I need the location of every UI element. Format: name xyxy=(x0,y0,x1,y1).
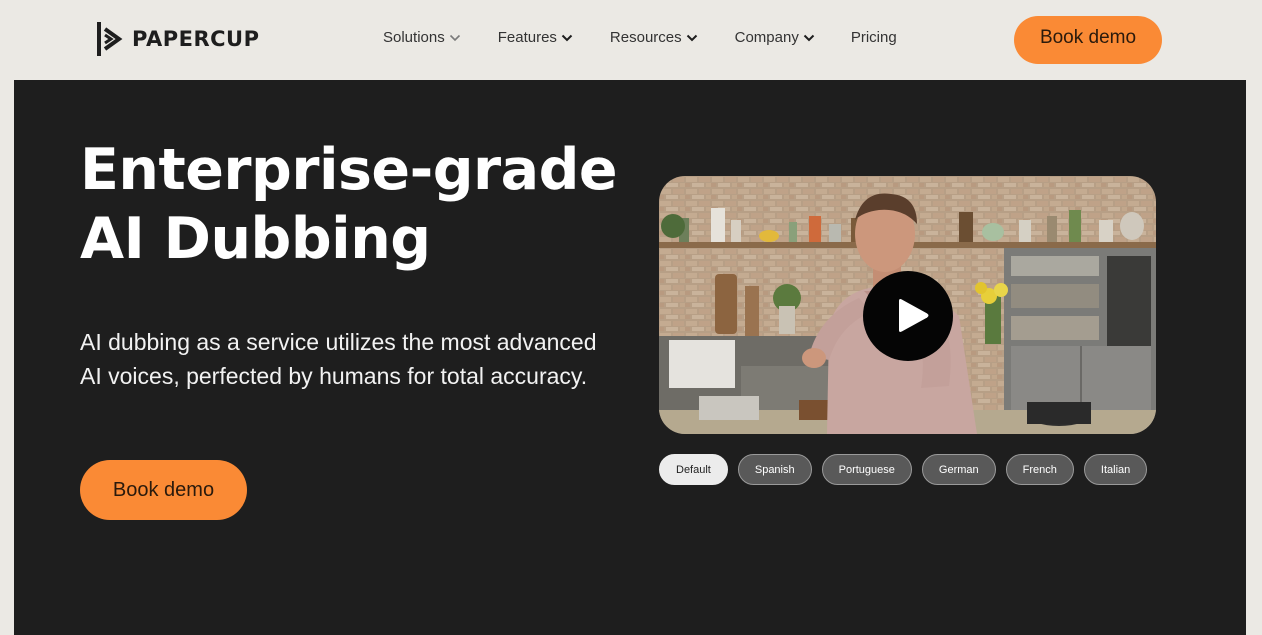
brand-logo[interactable]: PAPERCUP xyxy=(97,22,259,56)
chevron-down-icon xyxy=(449,34,460,41)
language-pill-spanish[interactable]: Spanish xyxy=(737,454,812,485)
hero-title-line: AI Dubbing xyxy=(80,206,431,272)
hero-section: Enterprise-grade AI Dubbing AI dubbing a… xyxy=(14,80,1246,635)
language-pill-italian[interactable]: Italian xyxy=(1083,454,1148,485)
language-pill-default[interactable]: Default xyxy=(659,454,728,485)
play-icon xyxy=(899,299,929,332)
nav-item-features[interactable]: Features xyxy=(498,29,573,46)
chevron-down-icon xyxy=(803,34,815,41)
top-navbar: PAPERCUP Solutions Features Resources Co… xyxy=(0,0,1262,80)
video-player[interactable] xyxy=(659,176,1156,434)
nav-item-company[interactable]: Company xyxy=(735,29,815,46)
brand-name: PAPERCUP xyxy=(132,27,260,51)
language-selector: Default Spanish Portuguese German French… xyxy=(659,454,1148,485)
hero-title: Enterprise-grade AI Dubbing xyxy=(80,136,640,274)
language-pill-french[interactable]: French xyxy=(1005,454,1074,485)
book-demo-hero-button[interactable]: Book demo xyxy=(80,460,247,520)
play-button[interactable] xyxy=(863,271,953,361)
hero-subtitle: AI dubbing as a service utilizes the mos… xyxy=(80,329,597,389)
nav-item-label: Features xyxy=(497,29,557,46)
main-nav: Solutions Features Resources Company Pri… xyxy=(383,29,897,46)
chevron-down-icon xyxy=(686,34,697,41)
nav-item-pricing[interactable]: Pricing xyxy=(851,29,897,46)
nav-item-label: Company xyxy=(734,29,799,46)
chevron-down-icon xyxy=(561,34,573,41)
hero-title-line: Enterprise-grade xyxy=(80,137,618,203)
nav-item-label: Pricing xyxy=(850,29,897,46)
language-pill-german[interactable]: German xyxy=(921,454,996,485)
nav-item-solutions[interactable]: Solutions xyxy=(383,29,461,46)
book-demo-nav-button[interactable]: Book demo xyxy=(1014,16,1162,64)
nav-item-label: Resources xyxy=(609,29,682,46)
nav-item-resources[interactable]: Resources xyxy=(610,29,698,46)
nav-item-label: Solutions xyxy=(383,29,445,46)
papercup-logo-icon xyxy=(97,22,123,56)
language-pill-portuguese[interactable]: Portuguese xyxy=(821,454,912,485)
